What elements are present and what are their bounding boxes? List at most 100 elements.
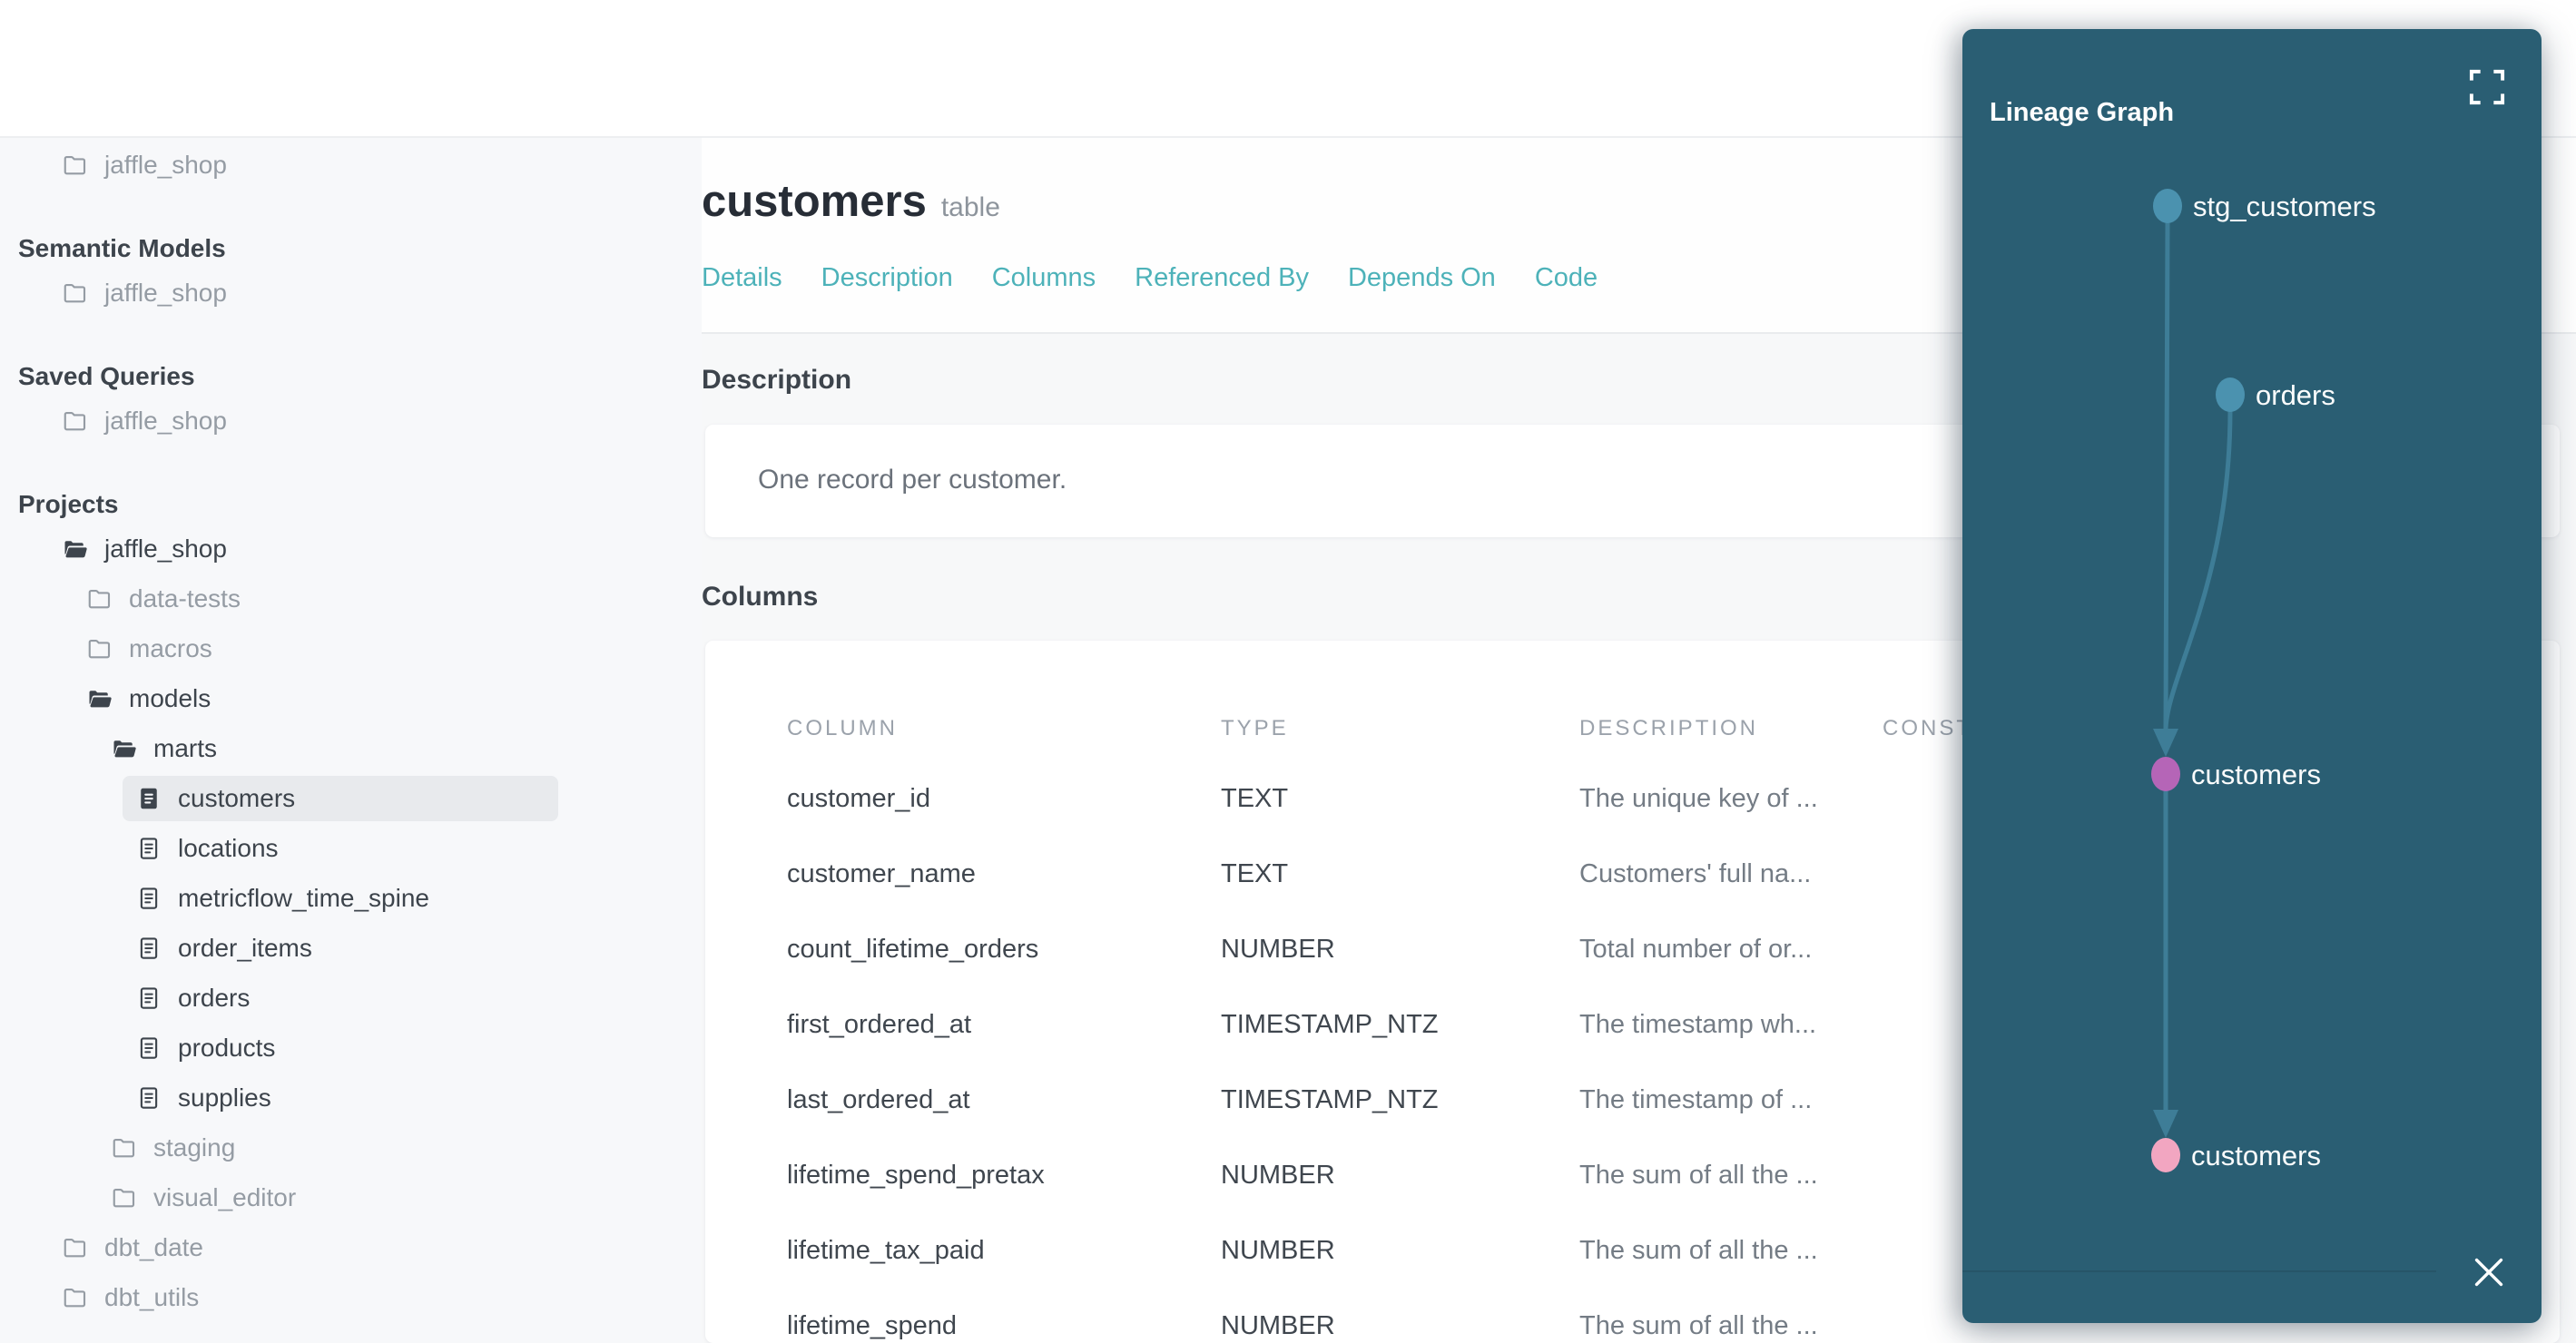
table-cell-type: NUMBER xyxy=(1221,1311,1335,1340)
lineage-node-dot-customers[interactable] xyxy=(2151,757,2180,791)
lineage-node-label[interactable]: orders xyxy=(2256,379,2335,411)
folder-icon xyxy=(111,1134,138,1162)
file-icon xyxy=(135,1084,162,1112)
table-cell-column[interactable]: first_ordered_at xyxy=(787,1010,971,1040)
sidebar-item-orders[interactable]: orders xyxy=(0,973,702,1023)
table-cell-column[interactable]: customer_name xyxy=(787,859,976,889)
page-title-row: customers table xyxy=(702,176,1000,227)
lineage-node-dot-stg_customers[interactable] xyxy=(2153,189,2182,223)
lineage-footer-divider xyxy=(1962,1270,2436,1272)
sidebar-item-label: macros xyxy=(129,633,212,662)
folder-icon xyxy=(111,1184,138,1211)
lineage-graph-title: Lineage Graph xyxy=(1990,98,2175,127)
sidebar-item-label: jaffle_shop xyxy=(104,406,227,435)
table-cell-type: TIMESTAMP_NTZ xyxy=(1221,1010,1439,1039)
sidebar-item-label: data-tests xyxy=(129,583,241,613)
table-cell-description: The sum of all the ... xyxy=(1579,1236,1818,1265)
tab-details[interactable]: Details xyxy=(702,263,782,293)
sidebar-item-jaffle_shop[interactable]: jaffle_shop xyxy=(0,396,702,446)
table-cell-type: TIMESTAMP_NTZ xyxy=(1221,1085,1439,1114)
sidebar-item-customers[interactable]: customers xyxy=(0,773,702,823)
sidebar-item-label: models xyxy=(129,683,211,712)
sidebar-item-supplies[interactable]: supplies xyxy=(0,1073,702,1122)
sidebar-item-jaffle_shop[interactable]: jaffle_shop xyxy=(0,268,702,318)
column-header-column: COLUMN xyxy=(787,716,899,740)
lineage-graph-canvas[interactable]: stg_customersorders customers customers xyxy=(1962,29,2542,1323)
sidebar-item-label: visual_editor xyxy=(153,1182,297,1211)
file-icon xyxy=(135,935,162,962)
table-cell-description: Customers' full na... xyxy=(1579,859,1812,888)
sidebar-item-label: customers xyxy=(178,783,296,812)
lineage-edge xyxy=(2163,219,2170,733)
tab-referenced-by[interactable]: Referenced By xyxy=(1135,263,1309,293)
sidebar-item-jaffle_shop[interactable]: jaffle_shop xyxy=(0,140,702,190)
sidebar-item-macros[interactable]: macros xyxy=(0,623,702,673)
columns-section-heading: Columns xyxy=(702,582,819,612)
lineage-node-label[interactable]: customers xyxy=(2191,1140,2321,1171)
table-cell-column[interactable]: customer_id xyxy=(787,784,930,814)
table-cell-column[interactable]: lifetime_tax_paid xyxy=(787,1236,985,1266)
sidebar-section-heading: Projects xyxy=(18,489,119,518)
folder-icon xyxy=(62,279,89,307)
folder-open-icon xyxy=(62,535,89,563)
lineage-graph-panel: stg_customersorders customers customers Li… xyxy=(1962,29,2542,1323)
sidebar-item-locations[interactable]: locations xyxy=(0,823,702,873)
lineage-node-dot-customers[interactable] xyxy=(2151,1138,2180,1172)
sidebar-item-marts[interactable]: marts xyxy=(0,723,702,773)
sidebar-item-dbt_date[interactable]: dbt_date xyxy=(0,1222,702,1272)
column-header-const: CONST xyxy=(1883,716,1972,740)
sidebar-item-models[interactable]: models xyxy=(0,673,702,723)
table-cell-description: The sum of all the ... xyxy=(1579,1161,1818,1190)
folder-icon xyxy=(62,1234,89,1261)
sidebar-item-dbt_utils[interactable]: dbt_utils xyxy=(0,1272,702,1322)
file-icon xyxy=(135,985,162,1012)
file-icon xyxy=(135,885,162,912)
sidebar-section-heading: Semantic Models xyxy=(18,233,226,262)
sidebar-item-label: products xyxy=(178,1033,276,1062)
sidebar-item-label: marts xyxy=(153,733,217,762)
table-cell-column[interactable]: lifetime_spend_pretax xyxy=(787,1161,1045,1191)
sidebar-item-jaffle_shop[interactable]: jaffle_shop xyxy=(0,524,702,573)
lineage-node-dot-orders[interactable] xyxy=(2216,377,2245,412)
table-cell-column[interactable]: lifetime_spend xyxy=(787,1311,957,1341)
page-title-type-badge: table xyxy=(940,192,1000,222)
table-cell-description: The sum of all the ... xyxy=(1579,1311,1818,1340)
table-cell-description: The unique key of ... xyxy=(1579,784,1818,813)
sidebar-item-staging[interactable]: staging xyxy=(0,1122,702,1172)
lineage-edge xyxy=(2163,407,2233,733)
page-title: customers xyxy=(702,177,927,226)
table-cell-column[interactable]: last_ordered_at xyxy=(787,1085,970,1115)
description-section-heading: Description xyxy=(702,365,852,395)
model-tabs: Details Description Columns Referenced By De… xyxy=(702,263,1598,293)
fullscreen-expand-icon[interactable] xyxy=(2467,67,2507,107)
folder-icon xyxy=(62,1284,89,1311)
sidebar-item-label: dbt_utils xyxy=(104,1282,200,1311)
sidebar-item-label: supplies xyxy=(178,1083,271,1112)
tab-code[interactable]: Code xyxy=(1535,263,1598,293)
close-icon[interactable] xyxy=(2469,1252,2509,1292)
sidebar-item-label: staging xyxy=(153,1132,236,1162)
folder-open-icon xyxy=(86,685,113,712)
tab-columns[interactable]: Columns xyxy=(992,263,1096,293)
lineage-node-label[interactable]: stg_customers xyxy=(2193,191,2376,222)
file-icon xyxy=(135,835,162,862)
sidebar-item-data-tests[interactable]: data-tests xyxy=(0,573,702,623)
sidebar-item-label: jaffle_shop xyxy=(104,278,227,307)
table-cell-type: NUMBER xyxy=(1221,1161,1335,1190)
lineage-node-label[interactable]: customers xyxy=(2191,759,2321,790)
sidebar-item-metricflow_time_spine[interactable]: metricflow_time_spine xyxy=(0,873,702,923)
tab-depends-on[interactable]: Depends On xyxy=(1348,263,1496,293)
sidebar-item-visual_editor[interactable]: visual_editor xyxy=(0,1172,702,1222)
sidebar-item-label: jaffle_shop xyxy=(104,534,227,563)
column-header-type: TYPE xyxy=(1221,716,1289,740)
table-cell-column[interactable]: count_lifetime_orders xyxy=(787,935,1038,965)
sidebar-item-label: locations xyxy=(178,833,279,862)
tab-description[interactable]: Description xyxy=(821,263,953,293)
folder-icon xyxy=(86,585,113,613)
sidebar-item-order_items[interactable]: order_items xyxy=(0,923,702,973)
folder-icon xyxy=(62,407,89,435)
table-cell-type: NUMBER xyxy=(1221,935,1335,964)
table-cell-description: The timestamp of ... xyxy=(1579,1085,1813,1114)
description-text: One record per customer. xyxy=(758,465,1067,495)
sidebar-item-products[interactable]: products xyxy=(0,1023,702,1073)
